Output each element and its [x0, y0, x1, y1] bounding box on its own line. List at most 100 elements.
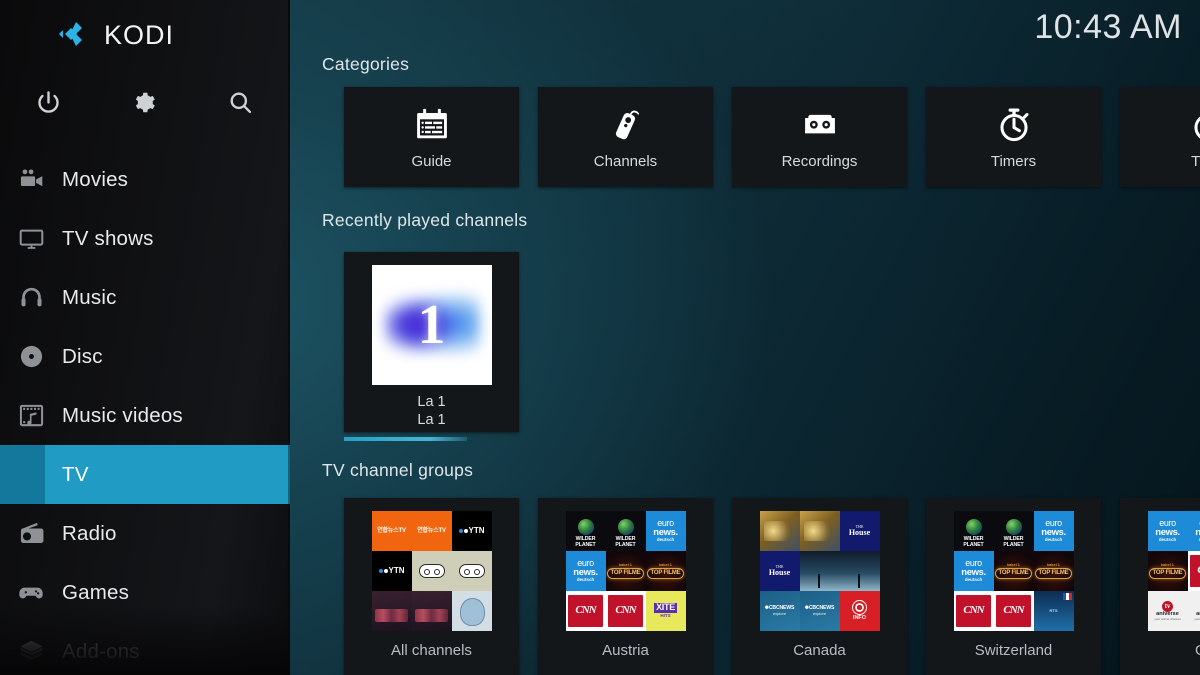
- sidebar-item-label: Games: [62, 580, 130, 604]
- category-label: Timers: [990, 153, 1037, 170]
- channel-logo-thumb: kabel 1 TOP FILME: [605, 551, 646, 591]
- sidebar-item-add-ons[interactable]: Add-ons: [0, 622, 290, 675]
- channel-group-label: All channels: [391, 642, 472, 659]
- group-logo-grid: THE House THE House ✹CBCNEWS explore ✹CBCNE…: [759, 511, 880, 631]
- power-icon[interactable]: [0, 89, 96, 116]
- channel-logo-thumb: CNN: [565, 591, 606, 631]
- gear-icon[interactable]: [96, 89, 192, 116]
- channel-logo-thumb: ✹CBCNEWS explore: [759, 591, 800, 631]
- category-tile-timer-rules[interactable]: Time: [1120, 87, 1200, 187]
- channel-logo-thumb: WILDER PLANET: [953, 511, 994, 551]
- channel-group-tile-canada[interactable]: THE House THE House ✹CBCNEWS explore ✹CBCNE…: [732, 498, 907, 675]
- games-icon: [0, 579, 62, 607]
- group-logo-grid: WILDER PLANET WILDER PLANET euro news. deuts…: [565, 511, 686, 631]
- sidebar-menu: Movies TV shows Music Disc Music videos …: [0, 150, 290, 675]
- sidebar-item-label: TV shows: [62, 226, 154, 250]
- sidebar: KODI Movies TV shows Music Disc Music vi…: [0, 0, 290, 675]
- channel-group-label: Austria: [602, 642, 649, 659]
- channel-logo-thumb: INFO: [839, 591, 880, 631]
- channel-logo-thumb: YTN: [451, 511, 492, 551]
- channel-logo-thumb: euronews.deutsch: [565, 551, 606, 591]
- category-label: Guide: [411, 153, 452, 170]
- channel-logo-thumb: [371, 591, 412, 631]
- cassette-icon: [801, 104, 839, 144]
- clock: 10:43 AM: [1034, 8, 1182, 46]
- sidebar-item-tv-shows[interactable]: TV shows: [0, 209, 290, 268]
- channel-logo-thumb: [839, 551, 880, 591]
- sidebar-quick-actions: [0, 78, 290, 126]
- sidebar-item-tv[interactable]: TV: [0, 445, 290, 504]
- channel-logo-thumb: 연합뉴스TV: [411, 511, 452, 551]
- channel-logo-thumb: [411, 551, 452, 591]
- channel-logo-thumb: kabel 1 TOP FILME: [645, 551, 686, 591]
- sidebar-item-games[interactable]: Games: [0, 563, 290, 622]
- channel-group-tile-austria[interactable]: WILDER PLANET WILDER PLANET euro news. deuts…: [538, 498, 713, 675]
- channel-logo-thumb: euronews.deutsch: [1187, 511, 1200, 551]
- category-label: Recordings: [781, 153, 858, 170]
- category-tile-channels[interactable]: Channels: [538, 87, 713, 187]
- section-title-channel-groups: TV channel groups: [322, 460, 474, 480]
- channel-logo-thumb: THE House: [839, 511, 880, 551]
- music-icon: [0, 284, 62, 311]
- channel-logo-thumb: [759, 511, 800, 551]
- sidebar-item-music[interactable]: Music: [0, 268, 290, 327]
- channel-logo-thumb: [451, 591, 492, 631]
- search-icon[interactable]: [192, 89, 288, 116]
- channel-logo-thumb: THE House: [759, 551, 800, 591]
- channel-logo-thumb: WILDER PLANET: [993, 511, 1034, 551]
- section-title-recent-channels: Recently played channels: [322, 210, 528, 230]
- sidebar-item-label: TV: [62, 462, 89, 486]
- channel-logo-thumb: 연합뉴스TV: [371, 511, 412, 551]
- channel-logo-thumb: euronews.deutsch: [1033, 511, 1074, 551]
- channel-logo-thumb: ✹CBCNEWS explore: [799, 591, 840, 631]
- channel-logo: 1: [371, 265, 492, 385]
- channel-group-tile-germany[interactable]: euronews.deutsch euronews.deutsch eurone…: [1120, 498, 1200, 675]
- sidebar-item-radio[interactable]: Radio: [0, 504, 290, 563]
- channel-logo-thumb: tvaniverseyour anime channel: [1187, 591, 1200, 631]
- guide-icon: [413, 104, 451, 144]
- main-content: 10:43 AM Categories Guide Channels Recor…: [290, 0, 1200, 675]
- focus-underline: [344, 437, 467, 441]
- kodi-logo: KODI: [57, 14, 174, 54]
- recent-channels-row: 1 La 1 La 1: [344, 252, 519, 441]
- categories-row: Guide Channels Recordings Timers T: [344, 87, 1200, 187]
- recent-channel-title: La 1: [417, 394, 446, 410]
- kodi-home-screen: KODI Movies TV shows Music Disc Music vi…: [0, 0, 1200, 675]
- sidebar-item-movies[interactable]: Movies: [0, 150, 290, 209]
- category-tile-timers[interactable]: Timers: [926, 87, 1101, 187]
- sidebar-item-label: Music videos: [62, 403, 183, 427]
- movies-icon: [0, 166, 62, 193]
- category-label: Time: [1191, 153, 1200, 170]
- channel-logo-thumb: euronews.deutsch: [1147, 511, 1188, 551]
- disc-icon: [0, 343, 62, 370]
- channel-logo-thumb: kabel 1 TOP FILME: [1033, 551, 1074, 591]
- sidebar-item-label: Radio: [62, 521, 117, 545]
- sidebar-item-disc[interactable]: Disc: [0, 327, 290, 386]
- category-label: Channels: [593, 153, 658, 170]
- channel-logo-thumb: [411, 591, 452, 631]
- channel-group-label: Canada: [793, 642, 846, 659]
- channel-group-tile-all-channels[interactable]: 연합뉴스TV 연합뉴스TV YTN YTN All channels: [344, 498, 519, 675]
- sidebar-item-music-videos[interactable]: Music videos: [0, 386, 290, 445]
- channel-group-label: Ger: [1195, 642, 1200, 659]
- channel-group-label: Switzerland: [974, 642, 1053, 659]
- category-tile-recordings[interactable]: Recordings: [732, 87, 907, 187]
- channel-groups-row: 연합뉴스TV 연합뉴스TV YTN YTN All channels WILDE…: [344, 498, 1200, 675]
- group-logo-grid: WILDER PLANET WILDER PLANET euro news. deuts…: [953, 511, 1074, 631]
- channel-logo-thumb: WILDER PLANET: [605, 511, 646, 551]
- channel-logo-thumb: [451, 551, 492, 591]
- channel-logo-thumb: CNN: [953, 591, 994, 631]
- channel-logo-thumb: [799, 511, 840, 551]
- recent-channel-tile[interactable]: 1 La 1 La 1: [344, 252, 519, 441]
- group-logo-grid: 연합뉴스TV 연합뉴스TV YTN YTN: [371, 511, 492, 631]
- category-tile-guide[interactable]: Guide: [344, 87, 519, 187]
- channel-logo-thumb: euronews.deutsch: [645, 511, 686, 551]
- channel-group-tile-switzerland[interactable]: WILDER PLANET WILDER PLANET euro news. deuts…: [926, 498, 1101, 675]
- stopwatch-rules-icon: [1189, 104, 1200, 144]
- channel-logo-thumb: CNN: [993, 591, 1034, 631]
- channel-logo-thumb: [799, 551, 840, 591]
- tv-icon: [0, 460, 62, 490]
- channel-logo-thumb: RTS: [1033, 591, 1074, 631]
- channel-logo-thumb: euronews.deutsch: [953, 551, 994, 591]
- channel-logo-thumb: kabel 1 TOP FILME: [1147, 551, 1188, 591]
